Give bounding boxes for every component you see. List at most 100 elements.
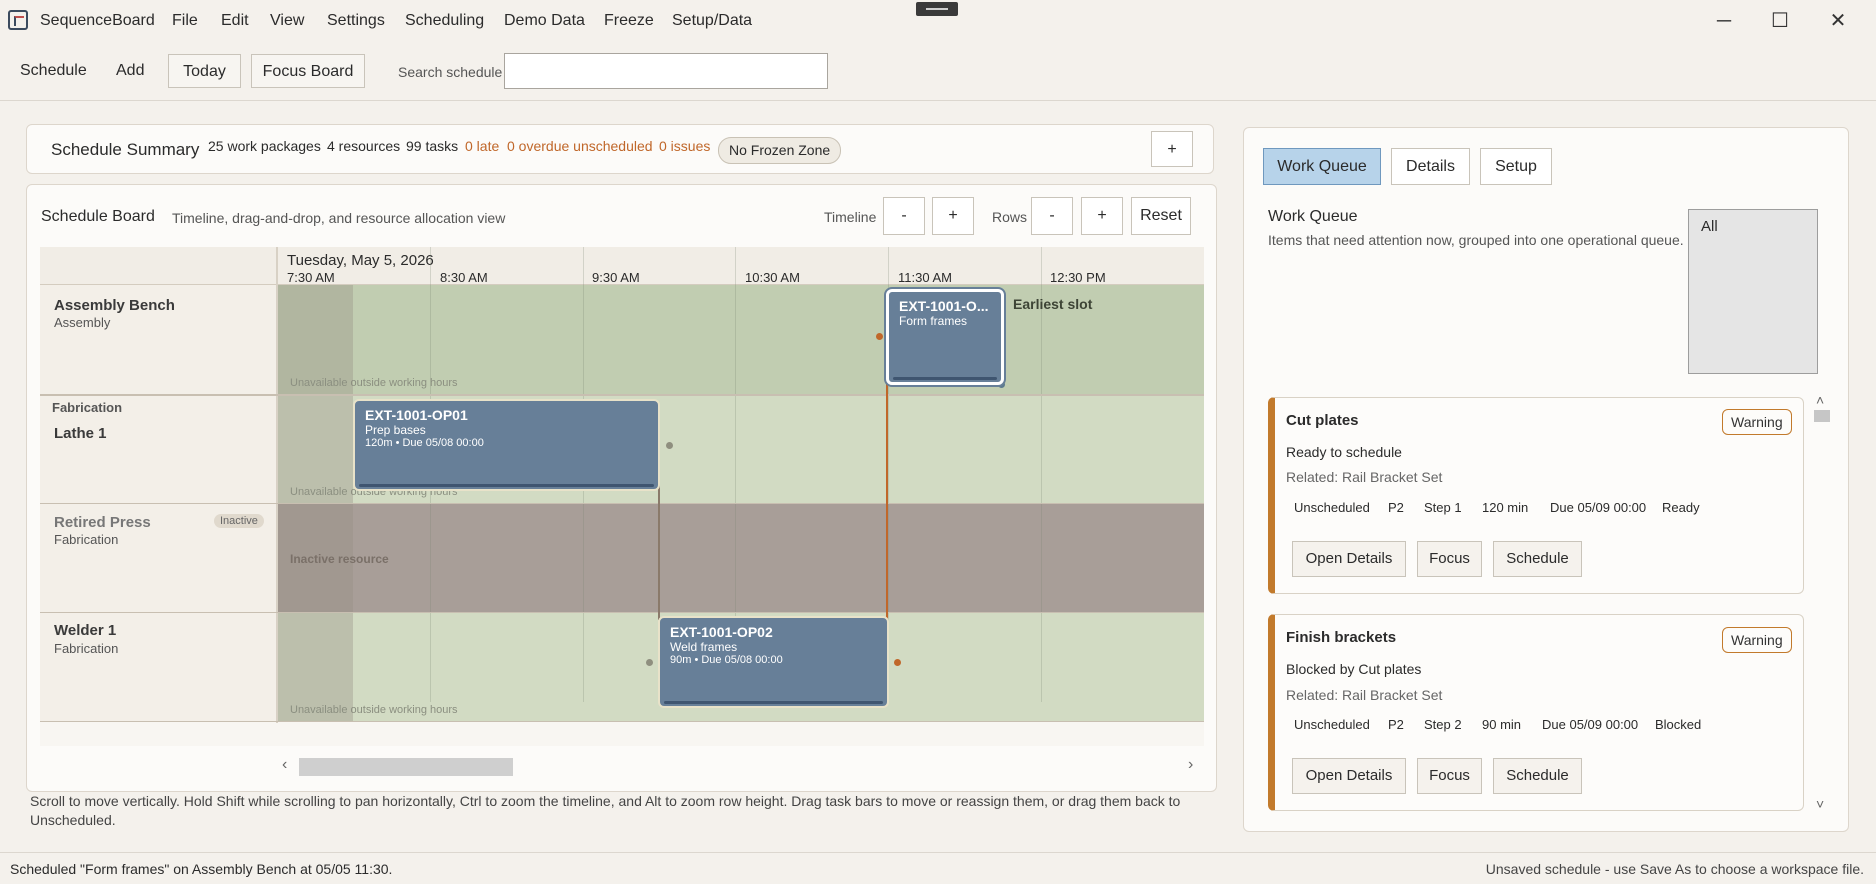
menu-edit[interactable]: Edit — [221, 12, 249, 30]
task-bar[interactable]: EXT-1001-O... Form frames — [886, 289, 1004, 385]
inactive-note: Inactive resource — [290, 552, 389, 566]
warning-badge: Warning — [1722, 627, 1792, 653]
dependency-handle[interactable] — [894, 659, 901, 666]
task-code: EXT-1001-O... — [899, 298, 989, 314]
resources-count: 4 resources — [327, 138, 401, 154]
card-meta: 90 min — [1482, 717, 1522, 732]
dependency-handle[interactable] — [646, 659, 653, 666]
card-related: Related: Rail Bracket Set — [1286, 687, 1443, 703]
minimize-icon[interactable]: ─ — [1704, 8, 1744, 34]
late-count: 0 late — [465, 138, 500, 154]
workspace-status: Unsaved schedule - use Save As to choose… — [1485, 861, 1864, 877]
task-progress — [359, 484, 654, 487]
search-label: Search schedule — [398, 64, 503, 80]
frozen-zone-chip[interactable]: No Frozen Zone — [718, 137, 842, 164]
horizontal-scroll-thumb[interactable] — [299, 758, 513, 776]
time-tick-label: 8:30 AM — [440, 270, 488, 285]
scroll-right-icon[interactable]: › — [1188, 756, 1193, 774]
task-progress — [664, 701, 883, 704]
timeline-zoom-out-button[interactable]: - — [883, 197, 925, 235]
menu-file[interactable]: File — [172, 12, 198, 30]
maximize-icon[interactable]: ☐ — [1760, 8, 1800, 34]
task-progress — [893, 377, 997, 380]
work-queue-subtitle: Items that need attention now, grouped i… — [1268, 232, 1684, 248]
work-packages-count: 25 work packages — [208, 138, 321, 154]
time-tick-label: 11:30 AM — [898, 270, 952, 285]
card-status: Blocked by Cut plates — [1286, 661, 1422, 677]
app-title: SequenceBoard — [40, 12, 155, 29]
resource-name: Assembly Bench — [54, 297, 175, 314]
card-title: Finish brackets — [1286, 629, 1397, 646]
card-meta: P2 — [1388, 717, 1404, 732]
work-queue-title: Work Queue — [1268, 208, 1358, 225]
help-text: Unscheduled. — [30, 812, 116, 828]
card-meta: Due 05/09 00:00 — [1550, 500, 1647, 515]
unavailable-note: Unavailable outside working hours — [290, 704, 458, 716]
menu-scheduling[interactable]: Scheduling — [405, 12, 484, 30]
card-status: Ready to schedule — [1286, 444, 1402, 460]
focus-board-button[interactable]: Focus Board — [251, 54, 365, 88]
close-icon[interactable]: ✕ — [1818, 8, 1858, 34]
rows-zoom-out-button[interactable]: - — [1031, 197, 1073, 235]
task-bar[interactable]: EXT-1001-OP02 Weld frames 90m • Due 05/0… — [658, 616, 889, 708]
focus-button[interactable]: Focus — [1417, 758, 1482, 794]
warning-badge: Warning — [1722, 409, 1792, 435]
toolbar-divider — [0, 100, 1876, 101]
timeline-label: Timeline — [824, 209, 877, 225]
dependency-handle[interactable] — [666, 442, 673, 449]
resource-name: Welder 1 — [54, 622, 117, 639]
resource-name: Lathe 1 — [54, 425, 107, 442]
scroll-down-icon[interactable]: ˅ — [1816, 796, 1824, 812]
dependency-handle[interactable] — [876, 333, 883, 340]
search-input[interactable] — [504, 53, 828, 89]
card-meta: Ready — [1662, 500, 1700, 515]
summary-add-button[interactable]: + — [1151, 131, 1193, 167]
rows-label: Rows — [992, 209, 1028, 225]
overdue-count: 0 overdue unscheduled — [507, 138, 653, 154]
reset-button[interactable]: Reset — [1131, 197, 1191, 235]
resource-name: Retired Press — [54, 514, 151, 531]
drag-handle[interactable] — [916, 2, 958, 16]
queue-scroll-thumb[interactable] — [1814, 410, 1830, 422]
tab-details[interactable]: Details — [1391, 148, 1470, 185]
menu-freeze[interactable]: Freeze — [604, 12, 654, 30]
time-tick-label: 7:30 AM — [287, 270, 335, 285]
row-divider — [40, 612, 1204, 613]
card-meta: 120 min — [1482, 500, 1529, 515]
tab-setup[interactable]: Setup — [1480, 148, 1552, 185]
focus-button[interactable]: Focus — [1417, 541, 1482, 577]
row-divider — [40, 503, 1204, 504]
card-meta: Step 1 — [1424, 500, 1462, 515]
unavailable-note: Unavailable outside working hours — [290, 377, 458, 389]
menu-view[interactable]: View — [270, 12, 304, 30]
task-code: EXT-1001-OP01 — [365, 407, 468, 423]
menu-demo-data[interactable]: Demo Data — [504, 12, 585, 30]
schedule-task-button[interactable]: Schedule — [1493, 758, 1582, 794]
timeline-zoom-in-button[interactable]: + — [932, 197, 974, 235]
open-details-button[interactable]: Open Details — [1292, 541, 1406, 577]
resource-group: Fabrication — [54, 641, 119, 656]
rows-zoom-in-button[interactable]: + — [1081, 197, 1123, 235]
card-meta: Unscheduled — [1294, 717, 1370, 732]
earliest-slot-label: Earliest slot — [1013, 296, 1093, 312]
tab-work-queue[interactable]: Work Queue — [1263, 148, 1381, 185]
tasks-count: 99 tasks — [406, 138, 459, 154]
menu-settings[interactable]: Settings — [327, 12, 385, 30]
menu-setup-data[interactable]: Setup/Data — [672, 12, 752, 30]
tick-line — [1041, 247, 1042, 702]
scroll-left-icon[interactable]: ‹ — [282, 756, 287, 774]
queue-filter-list[interactable]: All — [1688, 209, 1818, 374]
open-details-button[interactable]: Open Details — [1292, 758, 1406, 794]
queue-vertical-scrollbar[interactable] — [1814, 392, 1830, 815]
schedule-task-button[interactable]: Schedule — [1493, 541, 1582, 577]
card-meta: Step 2 — [1424, 717, 1462, 732]
today-button[interactable]: Today — [168, 54, 241, 88]
add-button[interactable]: Add — [116, 62, 144, 80]
task-bar[interactable]: EXT-1001-OP01 Prep bases 120m • Due 05/0… — [353, 399, 660, 491]
task-code: EXT-1001-OP02 — [670, 624, 773, 640]
card-related: Related: Rail Bracket Set — [1286, 469, 1443, 485]
schedule-button[interactable]: Schedule — [20, 62, 87, 80]
scroll-up-icon[interactable]: ˄ — [1816, 392, 1824, 408]
task-name: Prep bases — [365, 423, 426, 437]
inactive-badge: Inactive — [214, 514, 264, 528]
